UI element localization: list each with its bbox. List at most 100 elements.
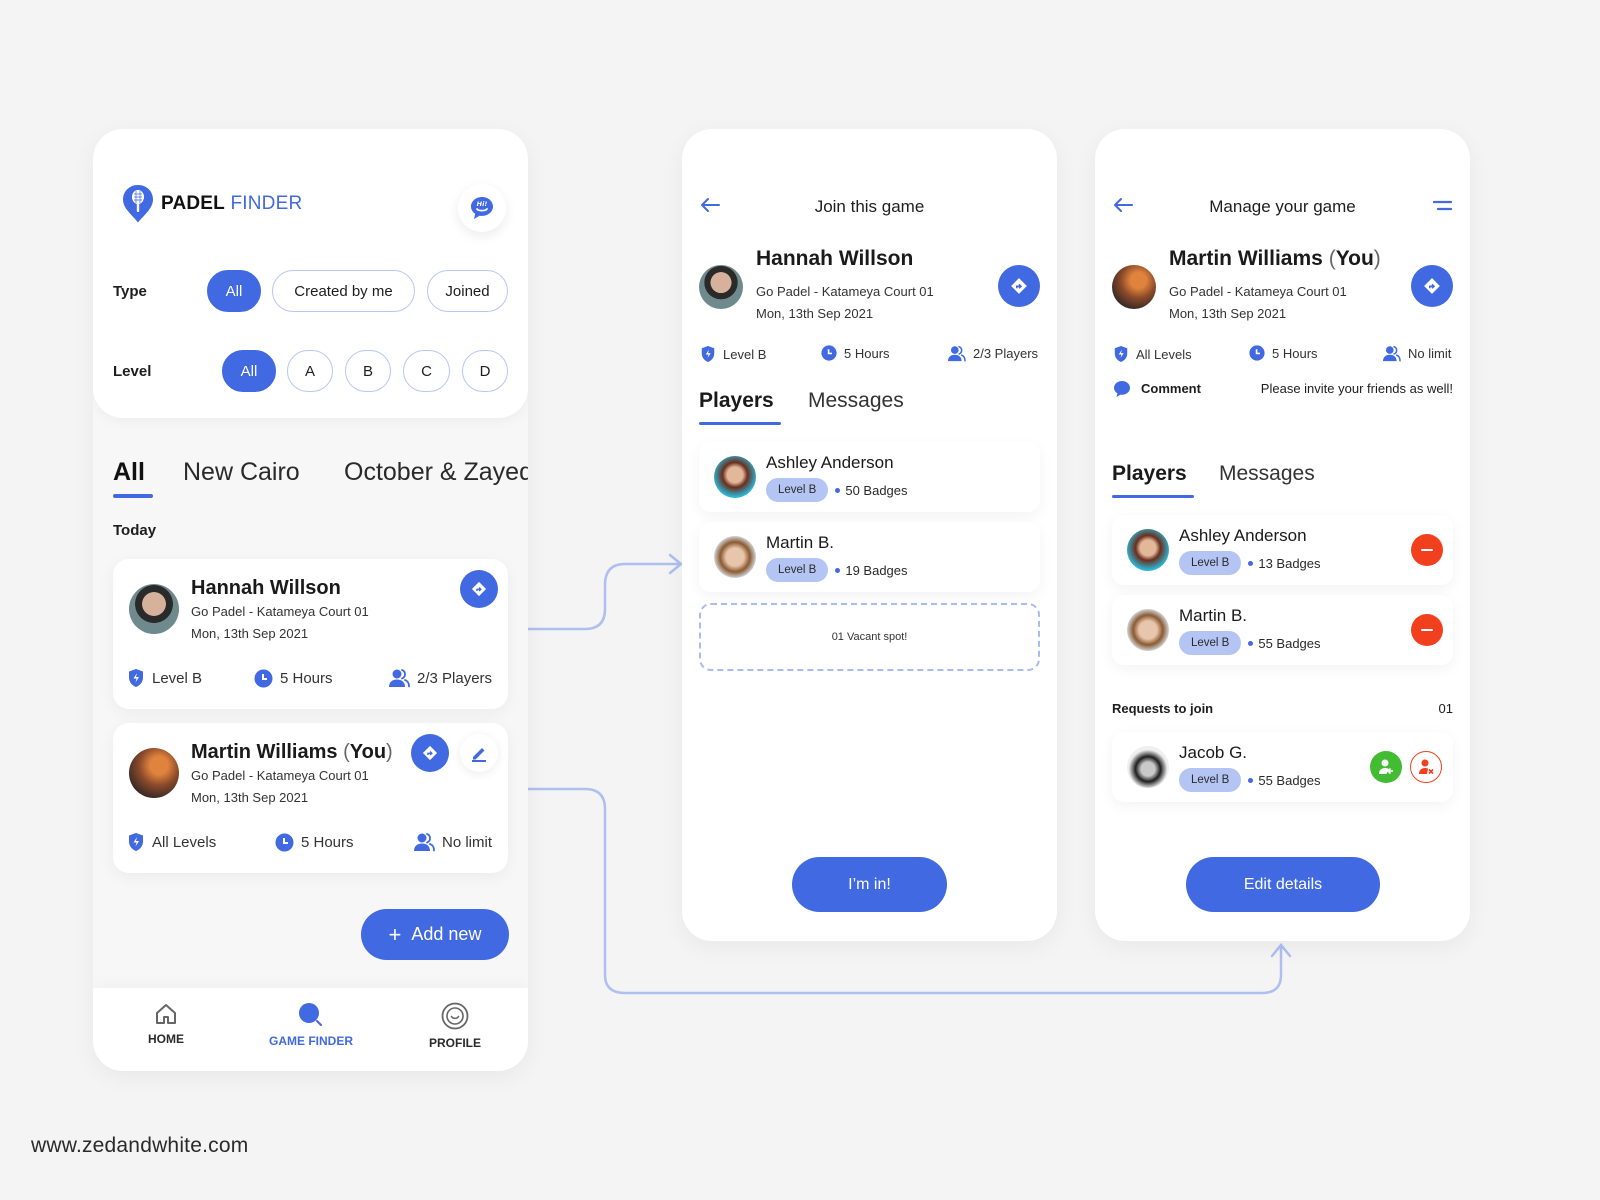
game-duration-text: 5 Hours [301, 834, 354, 851]
decline-request-button[interactable] [1410, 751, 1442, 783]
hi-chat-button[interactable]: Hi! [458, 184, 506, 232]
game-players: 2/3 Players [947, 345, 1038, 362]
player-badges: 19 Badges [845, 562, 908, 578]
level-chip-a[interactable]: A [287, 350, 333, 392]
area-tab-new-cairo[interactable]: New Cairo [183, 458, 300, 487]
nav-profile[interactable]: PROFILE [395, 1002, 515, 1050]
im-in-button[interactable]: I’m in! [792, 857, 947, 912]
type-chip-all[interactable]: All [207, 270, 261, 312]
type-chip-joined[interactable]: Joined [427, 270, 508, 312]
host-name: Hannah Willson [756, 247, 914, 270]
player-card[interactable]: Ashley Anderson Level B 13 Badges [1112, 515, 1453, 585]
padel-pin-icon [123, 185, 153, 223]
game-card[interactable]: Hannah Willson Go Padel - Katameya Court… [113, 559, 508, 709]
player-avatar [1127, 609, 1169, 651]
player-meta: Level B 55 Badges [1179, 768, 1321, 792]
vacant-spot[interactable]: 01 Vacant spot! [699, 603, 1040, 671]
type-filter-label: Type [113, 283, 147, 300]
manage-game-screen: Manage your game Martin Williams (You) G… [1095, 129, 1470, 941]
screen-title: Join this game [814, 197, 925, 216]
game-players-text: 2/3 Players [417, 669, 493, 687]
footer-url[interactable]: www.zedandwhite.com [31, 1134, 248, 1158]
tab-players[interactable]: Players [1112, 462, 1187, 486]
shield-bolt-icon [129, 669, 143, 687]
level-chip-d[interactable]: D [462, 350, 508, 392]
game-players-text: No limit [442, 833, 493, 851]
shield-bolt-icon [701, 346, 715, 362]
nav-game-finder-label: GAME FINDER [269, 1034, 353, 1048]
join-game-screen: Join this game Hannah Willson Go Padel -… [682, 129, 1057, 941]
venue: Go Padel - Katameya Court 01 [756, 284, 934, 299]
app-logo: PADEL FINDER [121, 184, 302, 224]
edit-details-button[interactable]: Edit details [1186, 857, 1380, 912]
level-filter-label: Level [113, 363, 152, 380]
player-meta: Level B 55 Badges [1179, 631, 1321, 655]
game-date: Mon, 13th Sep 2021 [1169, 306, 1287, 321]
game-level: Level B [700, 345, 766, 363]
game-card[interactable]: Martin Williams (You) Go Padel - Katamey… [113, 723, 508, 873]
hi-text: Hi! [477, 200, 488, 208]
level-chip-b[interactable]: B [345, 350, 391, 392]
active-tab-indicator [1112, 495, 1194, 498]
edit-game-button[interactable] [460, 734, 498, 772]
host-name-text: Martin Williams [191, 741, 338, 763]
tab-players[interactable]: Players [699, 389, 774, 413]
level-chip-all[interactable]: All [222, 350, 276, 392]
request-card[interactable]: Jacob G. Level B 55 Badges [1112, 732, 1453, 802]
game-level: All Levels [127, 832, 216, 852]
remove-player-button[interactable] [1411, 534, 1443, 566]
directions-icon [422, 745, 438, 761]
comment-label: Comment [1141, 381, 1201, 396]
player-badges: 55 Badges [1258, 772, 1321, 788]
game-duration-text: 5 Hours [844, 345, 890, 361]
player-badges: 55 Badges [1258, 635, 1321, 651]
player-badges: 50 Badges [845, 482, 908, 498]
shield-bolt-icon [1114, 346, 1128, 362]
player-card[interactable]: Martin B. Level B 55 Badges [1112, 595, 1453, 665]
nav-game-finder[interactable]: GAME FINDER [251, 1002, 371, 1048]
game-duration: 5 Hours [821, 345, 890, 361]
player-card[interactable]: Martin B. Level B 19 Badges [699, 522, 1040, 592]
player-meta: Level B 13 Badges [1179, 551, 1321, 575]
game-duration: 5 Hours [275, 833, 354, 852]
type-chip-created-by-me[interactable]: Created by me [272, 270, 415, 312]
host-name-text: Hannah Willson [191, 577, 341, 599]
directions-icon [471, 581, 487, 597]
game-players: No limit [1382, 345, 1451, 362]
menu-button[interactable] [1432, 199, 1453, 218]
nav-home[interactable]: HOME [106, 1002, 226, 1046]
tab-messages[interactable]: Messages [1219, 462, 1315, 486]
directions-button[interactable] [460, 570, 498, 608]
clock-icon [275, 833, 294, 852]
player-name: Martin B. [766, 533, 835, 552]
comment-icon [1114, 381, 1130, 397]
smiley-icon [441, 1002, 469, 1030]
player-badges: 13 Badges [1258, 555, 1321, 571]
game-level-text: All Levels [152, 833, 217, 851]
level-chip-c[interactable]: C [403, 350, 450, 392]
area-tab-all[interactable]: All [113, 458, 145, 487]
area-tab-october-zayed[interactable]: October & Zayed [344, 458, 528, 487]
game-players-text: No limit [1408, 346, 1452, 361]
search-icon [299, 1003, 322, 1026]
comment-text: Please invite your friends as well! [1260, 381, 1453, 396]
directions-button[interactable] [1411, 265, 1453, 307]
accept-request-button[interactable] [1370, 751, 1402, 783]
pencil-icon [472, 748, 486, 762]
tab-messages[interactable]: Messages [808, 389, 904, 413]
host-avatar [129, 584, 179, 634]
game-duration: 5 Hours [1249, 345, 1318, 361]
add-new-button[interactable]: + Add new [361, 909, 509, 960]
directions-button[interactable] [998, 265, 1040, 307]
players-icon [414, 833, 435, 852]
player-card[interactable]: Ashley Anderson Level B 50 Badges [699, 442, 1040, 512]
game-finder-screen: PADEL FINDER Hi! Type All Created by me … [93, 129, 528, 1071]
players-icon [389, 669, 410, 688]
add-new-label: Add new [411, 924, 482, 944]
user-remove-icon [1419, 759, 1434, 775]
host-you-label: You [349, 741, 387, 763]
players-icon [948, 345, 966, 362]
remove-player-button[interactable] [1411, 614, 1443, 646]
game-date: Mon, 13th Sep 2021 [191, 790, 309, 805]
directions-button[interactable] [411, 734, 449, 772]
